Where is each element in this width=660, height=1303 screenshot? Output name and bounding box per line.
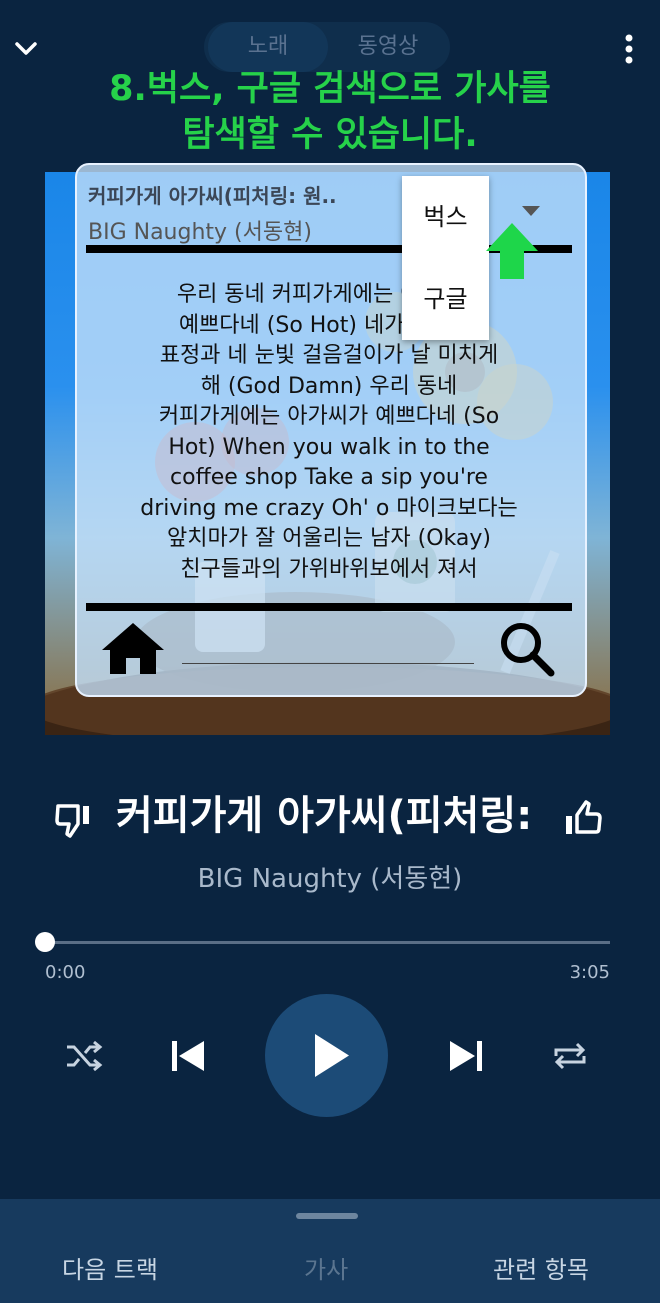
thumb-down-icon[interactable] [52,798,94,840]
thumb-up-icon[interactable] [562,798,604,840]
tab-lyrics[interactable]: 가사 [304,1250,348,1285]
headline-line-2: 탐색할 수 있습니다. [182,115,478,155]
lyrics-line: 표정과 네 눈빛 걸음걸이가 날 미치게 [159,343,499,368]
input-underline[interactable] [182,663,474,664]
dropdown-caret-icon[interactable] [520,204,542,218]
headline-line-1: 8.벅스, 구글 검색으로 가사를 [109,69,551,109]
lyrics-line: 커피가게에는 아가씨가 예쁘다네 (So [158,404,500,429]
artist-name: BIG Naughty (서동현) [197,864,463,894]
progress-knob[interactable] [35,932,55,952]
menu-item-google[interactable]: 구글 [402,258,489,340]
menu-item-bugs[interactable]: 벅스 [402,176,489,258]
segmented-control: 노래 동영상 [204,22,450,72]
lyrics-line: coffee shop Take a sip you're [170,465,488,490]
more-vert-icon[interactable] [616,32,642,68]
play-icon [315,1034,349,1077]
song-title: 커피가게 아가씨(피처링: 원 [116,793,546,839]
lyrics-line: 앞치마가 잘 어울리는 남자 (Okay) [167,526,491,551]
card-artist: BIG Naughty (서동현) [88,220,312,245]
skip-previous-icon[interactable] [168,1036,208,1076]
lyrics-line: driving me crazy Oh' o 마이크보다는 [140,495,518,521]
card-song-title: 커피가게 아가씨(피처링: 원.. [88,184,337,208]
home-icon[interactable] [100,620,166,676]
chevron-down-icon[interactable] [10,32,42,64]
shuffle-icon[interactable] [64,1038,104,1074]
search-source-menu: 벅스 구글 [402,176,489,340]
time-current: 0:00 [45,962,86,983]
segment-video[interactable]: 동영상 [330,22,446,72]
divider-bottom [86,603,572,611]
lyrics-line: Hot) When you walk in to the [168,434,490,460]
tab-up-next[interactable]: 다음 트랙 [62,1250,158,1285]
time-total: 3:05 [569,962,610,983]
search-icon[interactable] [498,620,556,678]
arrow-up-icon [486,223,538,279]
progress-track[interactable] [45,941,610,944]
lyrics-line: 친구들과의 가위바위보에서 져서 [180,556,478,582]
tab-related[interactable]: 관련 항목 [493,1250,589,1285]
repeat-icon[interactable] [550,1038,590,1074]
play-button[interactable] [265,994,388,1117]
segment-song[interactable]: 노래 [208,22,328,72]
lyrics-line: 해 (God Damn) 우리 동네 [200,373,458,399]
skip-next-icon[interactable] [446,1036,486,1076]
sheet-handle[interactable] [296,1213,358,1219]
tutorial-headline: 8.벅스, 구글 검색으로 가사를 탐색할 수 있습니다. [0,66,660,158]
